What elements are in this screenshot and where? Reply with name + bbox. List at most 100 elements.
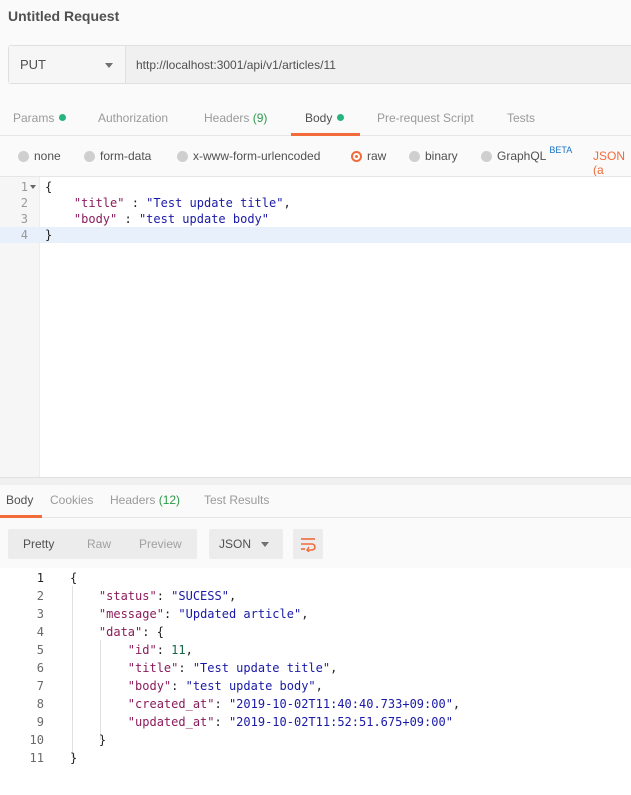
json-punctuation: { <box>45 180 53 194</box>
line-number: 3 <box>20 212 28 226</box>
view-pretty[interactable]: Pretty <box>23 537 54 551</box>
radio-raw[interactable]: raw <box>351 149 386 163</box>
pane-divider[interactable] <box>0 477 631 485</box>
json-punctuation <box>70 697 128 711</box>
radio-graphql[interactable]: GraphQL BETA <box>481 145 572 163</box>
json-punctuation: , <box>315 679 323 693</box>
method-label: PUT <box>20 57 46 72</box>
json-punctuation: , <box>228 589 237 603</box>
line-number: 10 <box>29 733 44 747</box>
json-punctuation <box>70 625 99 639</box>
active-response-tab-underline <box>0 515 42 518</box>
fold-arrow-icon[interactable] <box>30 185 36 189</box>
tab-body[interactable]: Body <box>305 111 345 125</box>
tab-tests-label: Tests <box>507 111 536 125</box>
tab-response-headers-label: Headers <box>110 493 156 507</box>
line-number: 1 <box>20 180 28 194</box>
json-key: "body" <box>127 679 172 693</box>
json-key: "updated_at" <box>127 715 215 729</box>
tab-tests[interactable]: Tests <box>507 111 535 125</box>
json-punctuation: : <box>163 607 179 621</box>
json-punctuation: , <box>301 607 309 621</box>
request-title[interactable]: Untitled Request <box>8 8 119 24</box>
method-select[interactable]: PUT <box>9 46 126 83</box>
json-punctuation: : <box>214 715 229 729</box>
radio-circle-icon <box>84 150 95 162</box>
json-punctuation: : <box>156 589 172 603</box>
json-punctuation: : <box>124 196 147 210</box>
code-text: "created_at": "2019-10-02T11:40:40.733+0… <box>70 695 460 713</box>
json-punctuation <box>70 715 128 729</box>
radio-binary-label: binary <box>425 149 458 163</box>
radio-raw-label: raw <box>367 149 387 163</box>
radio-urlencoded[interactable]: x-www-form-urlencoded <box>177 149 320 163</box>
json-punctuation: , <box>185 643 193 657</box>
request-body-editor[interactable]: 1{2 "title" : "Test update title", 3 "bod… <box>0 176 631 477</box>
json-key: "status" <box>98 589 157 603</box>
radio-circle-icon <box>18 150 29 162</box>
json-string: "2019-10-02T11:40:40.733+09:00" <box>228 697 453 711</box>
json-number: 11 <box>171 643 186 657</box>
editor-line: 2 "title" : "Test update title", <box>0 195 631 211</box>
tab-headers-label: Headers <box>204 111 250 125</box>
code-text: "title": "Test update title", <box>70 659 338 677</box>
json-punctuation: : <box>178 661 193 675</box>
tab-authorization[interactable]: Authorization <box>98 111 168 125</box>
editor-line: 1{ <box>0 179 631 195</box>
code-text: "id": 11, <box>70 641 193 659</box>
radio-binary[interactable]: binary <box>409 149 458 163</box>
radio-form-data-label: form-data <box>100 149 152 163</box>
chevron-down-icon <box>261 542 269 547</box>
json-punctuation: } <box>70 751 78 765</box>
response-format-label: JSON <box>219 537 252 551</box>
line-number: 11 <box>29 751 44 765</box>
json-punctuation <box>45 212 74 226</box>
tab-headers[interactable]: Headers (9) <box>204 111 267 125</box>
tab-response-headers[interactable]: Headers (12) <box>110 493 180 507</box>
line-number: 8 <box>36 697 44 711</box>
json-key: "id" <box>127 643 157 657</box>
editor-line: 3 "body" : "test update body" <box>0 211 631 227</box>
json-string: "test update body" <box>138 212 269 226</box>
wrap-lines-button[interactable] <box>293 529 323 559</box>
code-text: { <box>70 569 77 587</box>
json-punctuation: { <box>70 571 78 585</box>
view-preview[interactable]: Preview <box>139 537 182 551</box>
json-punctuation: , <box>283 196 291 210</box>
json-key: "created_at" <box>127 697 215 711</box>
tab-test-results[interactable]: Test Results <box>204 493 269 507</box>
tab-response-body[interactable]: Body <box>6 493 33 507</box>
radio-none-label: none <box>34 149 61 163</box>
tab-pre-request-script[interactable]: Pre-request Script <box>377 111 474 125</box>
json-punctuation <box>45 196 74 210</box>
json-punctuation: , <box>452 697 461 711</box>
tab-params[interactable]: Params <box>13 111 67 125</box>
params-indicator-dot <box>59 114 67 121</box>
url-input[interactable]: http://localhost:3001/api/v1/articles/11 <box>126 46 631 83</box>
line-number: 9 <box>36 715 44 729</box>
code-text: "body" : "test update body" <box>45 211 269 227</box>
tab-cookies[interactable]: Cookies <box>50 493 93 507</box>
radio-graphql-label: GraphQL <box>497 149 547 163</box>
radio-urlencoded-label: x-www-form-urlencoded <box>193 149 321 163</box>
json-punctuation <box>70 607 99 621</box>
response-format-select[interactable]: JSON <box>209 529 283 559</box>
radio-form-data[interactable]: form-data <box>84 149 151 163</box>
code-text: } <box>70 749 77 767</box>
view-raw[interactable]: Raw <box>87 537 111 551</box>
json-string: "test update body" <box>185 679 316 693</box>
code-text: "status": "SUCESS", <box>70 587 236 605</box>
response-tabs: Body Cookies Headers (12) Test Results <box>0 485 631 518</box>
line-number: 4 <box>36 625 44 639</box>
body-format-select[interactable]: JSON (a <box>593 149 631 177</box>
json-punctuation: : <box>171 679 186 693</box>
response-body[interactable]: 1 {2 "status": "SUCESS", 3 "message": "Upd… <box>0 568 631 795</box>
radio-none[interactable]: none <box>18 149 61 163</box>
line-number: 7 <box>36 679 44 693</box>
view-mode-group: Pretty Raw Preview <box>8 529 197 559</box>
code-text: { <box>45 179 52 195</box>
line-number: 1 <box>36 571 44 585</box>
json-key: "message" <box>98 607 164 621</box>
radio-circle-icon <box>409 150 420 162</box>
json-punctuation: : <box>156 643 172 657</box>
